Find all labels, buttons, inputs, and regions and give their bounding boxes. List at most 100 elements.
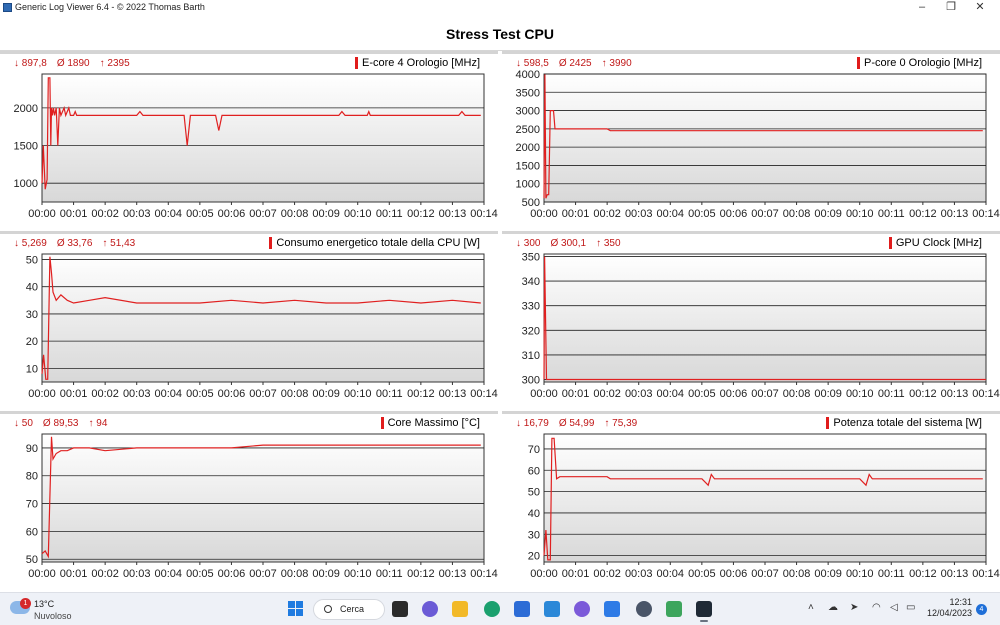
xbox-app-icon[interactable] bbox=[666, 601, 682, 617]
x-tick-label: 00:07 bbox=[751, 388, 779, 400]
widgets-app-icon[interactable] bbox=[544, 601, 560, 617]
line-chart: 20304050607000:00 00:01 00:02 00:03 00:04 00:… bbox=[528, 433, 1000, 580]
x-tick-label: 00:08 bbox=[281, 388, 309, 400]
x-tick-label: 00:00 bbox=[530, 568, 558, 580]
chart-panel-system-power: ↓ 16,79 Ø 54,99 ↑ 75,39 Potenza totale del… bbox=[502, 411, 1000, 587]
system-clock[interactable]: 12:31 12/04/2023 bbox=[926, 597, 972, 619]
x-tick-label: 00:03 bbox=[625, 568, 653, 580]
x-tick-label: 00:08 bbox=[281, 208, 309, 220]
task-view-icon[interactable] bbox=[392, 601, 408, 617]
log-viewer-app-icon[interactable] bbox=[696, 601, 712, 622]
x-tick-label: 00:14 bbox=[972, 388, 1000, 400]
maximize-button[interactable]: ❐ bbox=[937, 0, 965, 15]
speaker-icon[interactable]: ◁ bbox=[890, 602, 898, 613]
plot-area bbox=[543, 253, 987, 383]
x-tick-label: 00:10 bbox=[846, 388, 874, 400]
teams-chat-icon[interactable] bbox=[422, 601, 438, 617]
y-tick-label: 70 bbox=[26, 499, 38, 511]
settings-gear-icon[interactable] bbox=[636, 601, 652, 617]
line-chart: 10 20 30 40 50 00:00 00:01 00:02 00:03 00:04 00:05… bbox=[26, 253, 498, 400]
battery-icon[interactable]: ▭ bbox=[906, 602, 915, 613]
x-tick-label: 00:14 bbox=[470, 388, 498, 400]
notification-badge[interactable]: 4 bbox=[976, 604, 987, 615]
x-tick-label: 00:14 bbox=[470, 568, 498, 580]
edge-browser-icon[interactable] bbox=[484, 601, 500, 617]
x-tick-label: 00:01 bbox=[562, 208, 590, 220]
y-tick-label: 30 bbox=[26, 309, 38, 321]
x-tick-label: 00:06 bbox=[720, 208, 748, 220]
line-chart: 500100015002000250030003500400000:00 00:0… bbox=[516, 69, 1000, 220]
app-icon bbox=[3, 3, 12, 12]
y-tick-label: 3500 bbox=[516, 87, 540, 99]
x-tick-label: 00:08 bbox=[783, 568, 811, 580]
photos-icon[interactable] bbox=[604, 601, 620, 617]
x-tick-label: 00:09 bbox=[814, 388, 842, 400]
x-tick-label: 00:00 bbox=[530, 388, 558, 400]
x-tick-label: 00:11 bbox=[376, 568, 403, 580]
x-tick-label: 00:09 bbox=[312, 208, 340, 220]
y-tick-label: 310 bbox=[522, 350, 540, 362]
x-tick-label: 00:09 bbox=[312, 388, 340, 400]
x-tick-label: 00:02 bbox=[91, 388, 119, 400]
y-tick-label: 30 bbox=[528, 529, 540, 541]
x-tick-label: 00:10 bbox=[344, 568, 372, 580]
x-tick-label: 00:08 bbox=[783, 208, 811, 220]
y-tick-label: 20 bbox=[528, 551, 540, 563]
store-icon[interactable] bbox=[514, 601, 530, 617]
chart-panel-core-max: ↓ 50 Ø 89,53 ↑ 94 Core Massimo [°C] 50 60 70… bbox=[0, 411, 498, 587]
wifi-icon[interactable]: ◠ bbox=[872, 602, 881, 613]
x-tick-label: 00:01 bbox=[60, 388, 88, 400]
weather-widget[interactable]: 1 13°C Nuvoloso bbox=[10, 598, 90, 622]
minimize-button[interactable]: – bbox=[908, 0, 936, 15]
x-tick-label: 00:12 bbox=[407, 388, 435, 400]
x-tick-label: 00:13 bbox=[439, 568, 467, 580]
x-tick-label: 00:14 bbox=[972, 208, 1000, 220]
search-box[interactable]: Cerca bbox=[313, 599, 385, 620]
x-tick-label: 00:02 bbox=[91, 208, 119, 220]
y-tick-label: 40 bbox=[26, 282, 38, 294]
x-tick-label: 00:05 bbox=[688, 568, 716, 580]
x-tick-label: 00:13 bbox=[941, 388, 969, 400]
x-tick-label: 00:06 bbox=[218, 388, 246, 400]
app-arrow-icon[interactable] bbox=[574, 601, 590, 617]
close-button[interactable]: ✕ bbox=[966, 0, 994, 15]
chevron-up-icon[interactable]: ˄ bbox=[808, 602, 814, 613]
x-tick-label: 00:11 bbox=[878, 568, 905, 580]
x-tick-label: 00:13 bbox=[439, 208, 467, 220]
x-tick-label: 00:09 bbox=[814, 208, 842, 220]
y-tick-label: 1000 bbox=[14, 178, 38, 190]
onedrive-cloud-icon[interactable]: ☁ bbox=[828, 602, 838, 613]
search-icon bbox=[324, 605, 332, 613]
x-tick-label: 00:07 bbox=[249, 568, 277, 580]
x-tick-label: 00:07 bbox=[249, 388, 277, 400]
x-tick-label: 00:12 bbox=[407, 208, 435, 220]
x-tick-label: 00:05 bbox=[688, 208, 716, 220]
plot-area bbox=[41, 433, 485, 563]
line-chart: 300 310 320 330 340 350 00:00 00:01 00:02 00:03 00… bbox=[522, 251, 1000, 400]
x-tick-label: 00:09 bbox=[312, 568, 340, 580]
file-explorer-icon[interactable] bbox=[452, 601, 468, 617]
x-tick-label: 00:00 bbox=[28, 568, 56, 580]
x-tick-label: 00:05 bbox=[186, 208, 214, 220]
windows-start-icon[interactable] bbox=[288, 601, 304, 617]
chart-panel-pcore0: ↓ 598,5 Ø 2425 ↑ 3990 P-core 0 Orologio [M… bbox=[502, 51, 1000, 227]
y-tick-label: 350 bbox=[522, 251, 540, 263]
x-tick-label: 00:13 bbox=[941, 208, 969, 220]
chart-panel-cpu-power: ↓ 5,269 Ø 33,76 ↑ 51,43 Consumo energetico… bbox=[0, 231, 498, 407]
plot-area bbox=[543, 433, 987, 563]
x-tick-label: 00:14 bbox=[470, 208, 498, 220]
y-tick-label: 4000 bbox=[516, 69, 540, 81]
y-tick-label: 1500 bbox=[14, 141, 38, 153]
plot-area bbox=[543, 73, 987, 203]
chart-panel-ecore4: ↓ 897,8 Ø 1890 ↑ 2395 E-core 4 Orologio [M… bbox=[0, 51, 498, 227]
x-tick-label: 00:07 bbox=[751, 568, 779, 580]
x-tick-label: 00:02 bbox=[593, 208, 621, 220]
y-tick-label: 50 bbox=[26, 554, 38, 566]
x-tick-label: 00:02 bbox=[91, 568, 119, 580]
x-tick-label: 00:01 bbox=[60, 568, 88, 580]
y-tick-label: 70 bbox=[528, 444, 540, 456]
line-chart: 50 60 70 80 90 00:00 00:01 00:02 00:03 00:04 00:05… bbox=[26, 433, 498, 580]
chart-header: Stress Test CPU bbox=[0, 15, 1000, 51]
location-arrow-icon[interactable]: ➤ bbox=[850, 602, 858, 613]
x-tick-label: 00:05 bbox=[186, 388, 214, 400]
